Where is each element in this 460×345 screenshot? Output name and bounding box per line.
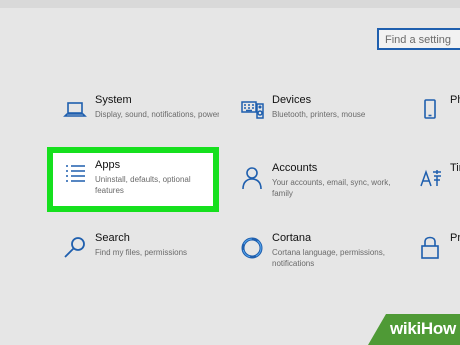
cortana-icon: [238, 234, 266, 262]
tile-title: Cortana: [272, 232, 312, 244]
settings-tile-apps[interactable]: Apps Uninstall, defaults, optional featu…: [53, 157, 213, 213]
wikihow-watermark: wikiHow: [368, 314, 460, 345]
tile-description: Your accounts, email, sync, work, family: [272, 178, 391, 198]
tile-title: Devices: [272, 94, 312, 106]
search-icon: [61, 234, 89, 262]
settings-tile-privacy[interactable]: Pri: [402, 230, 460, 286]
settings-tile-phone[interactable]: Ph: [402, 92, 460, 148]
watermark-text: wikiHow: [390, 319, 456, 338]
tile-description: Bluetooth, printers, mouse: [272, 110, 366, 119]
tile-description: Cortana language, permissions, notificat…: [272, 248, 385, 268]
settings-tile-time-language[interactable]: Tim: [402, 160, 460, 216]
tile-title: Search: [95, 232, 130, 244]
tile-description: Uninstall, defaults, optional features: [95, 175, 191, 195]
search-input[interactable]: [379, 31, 460, 49]
tile-title: Tim: [450, 162, 460, 174]
lock-icon: [416, 234, 444, 262]
tile-title: System: [95, 94, 132, 106]
settings-tile-devices[interactable]: Devices Bluetooth, printers, mouse: [224, 92, 396, 148]
laptop-icon: [61, 96, 89, 124]
phone-icon: [416, 96, 444, 124]
settings-tile-cortana[interactable]: Cortana Cortana language, permissions, n…: [224, 230, 396, 286]
tile-title: Pri: [450, 232, 460, 244]
settings-tile-search[interactable]: Search Find my files, permissions: [47, 230, 219, 286]
tile-description: Display, sound, notifications, power: [95, 110, 219, 119]
settings-tile-system[interactable]: System Display, sound, notifications, po…: [47, 92, 219, 148]
keyboard-speaker-icon: [238, 96, 266, 124]
tile-description: Find my files, permissions: [95, 248, 188, 257]
find-a-setting-search-box[interactable]: [377, 28, 460, 50]
tile-title: Ph: [450, 94, 460, 106]
person-icon: [238, 164, 266, 192]
apps-list-icon: [61, 161, 89, 189]
time-language-icon: [416, 164, 444, 192]
title-bar: [0, 0, 460, 8]
tile-title: Apps: [95, 159, 121, 171]
settings-tile-accounts[interactable]: Accounts Your accounts, email, sync, wor…: [224, 160, 396, 216]
apps-highlight-box: Apps Uninstall, defaults, optional featu…: [47, 147, 219, 212]
tile-title: Accounts: [272, 162, 318, 174]
